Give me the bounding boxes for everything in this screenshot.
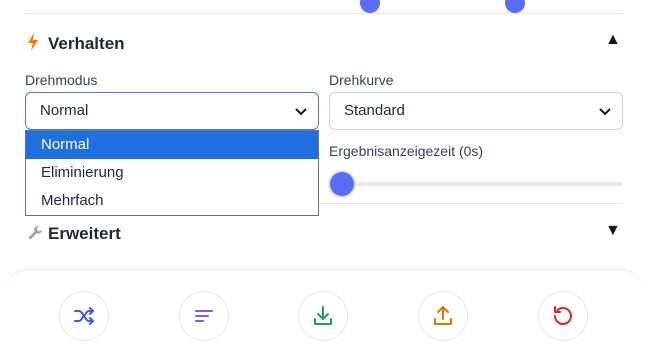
- spin-curve-select[interactable]: Standard: [329, 92, 623, 130]
- section-title-behavior: Verhalten: [48, 34, 125, 53]
- section-header-behavior[interactable]: Verhalten ▲: [25, 31, 625, 55]
- spin-mode-select[interactable]: Normal: [25, 92, 319, 130]
- shuffle-icon: [74, 307, 94, 325]
- lightning-icon: [27, 33, 39, 56]
- reset-button[interactable]: [538, 291, 588, 341]
- divider-top: [25, 13, 623, 14]
- spin-mode-label: Drehmodus: [25, 72, 98, 88]
- spin-curve-label: Drehkurve: [329, 72, 394, 88]
- download-icon: [314, 306, 332, 325]
- download-button[interactable]: [298, 291, 348, 341]
- sort-icon: [195, 310, 213, 322]
- slider-thumb-top-left[interactable]: [360, 0, 380, 13]
- section-title-advanced: Erweitert: [48, 224, 121, 243]
- spin-mode-dropdown: Normal Eliminierung Mehrfach: [25, 130, 319, 216]
- reset-icon: [554, 306, 572, 325]
- slider-thumb-top-right[interactable]: [505, 0, 525, 13]
- sort-button[interactable]: [179, 291, 229, 341]
- upload-button[interactable]: [418, 291, 468, 341]
- result-time-slider-track[interactable]: [342, 182, 623, 186]
- result-time-label: Ergebnisanzeigezeit (0s): [329, 143, 484, 159]
- spin-curve-value: Standard: [344, 102, 405, 119]
- spin-mode-value: Normal: [40, 102, 89, 119]
- section-header-advanced[interactable]: Erweitert ▼: [25, 222, 625, 246]
- wrench-icon: [27, 225, 43, 246]
- expand-triangle-icon[interactable]: ▼: [605, 222, 621, 240]
- collapse-triangle-icon[interactable]: ▲: [605, 31, 621, 49]
- shuffle-button[interactable]: [59, 291, 109, 341]
- upload-icon: [434, 306, 452, 325]
- result-time-slider-thumb[interactable]: [330, 172, 354, 196]
- chevron-down-icon: [599, 108, 611, 116]
- dropdown-option-normal[interactable]: Normal: [26, 131, 318, 159]
- dropdown-option-elimination[interactable]: Eliminierung: [26, 159, 318, 187]
- chevron-down-icon: [295, 108, 307, 116]
- dropdown-option-multiple[interactable]: Mehrfach: [26, 187, 318, 215]
